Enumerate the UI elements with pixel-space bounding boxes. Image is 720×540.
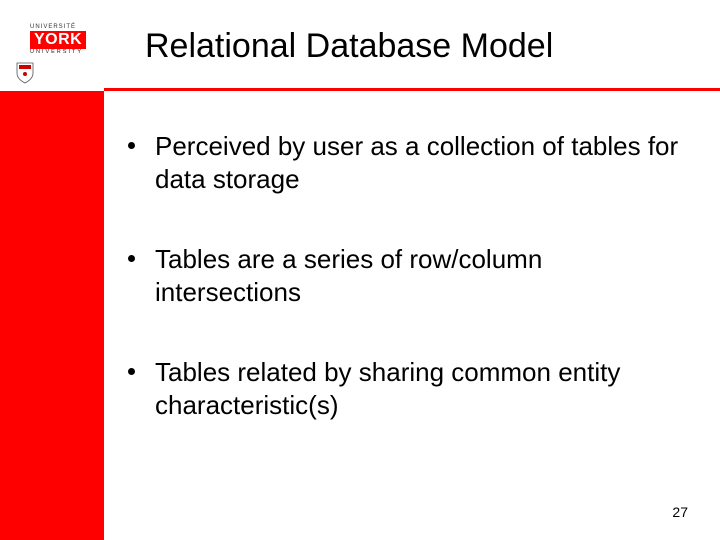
slide: UNIVERSITÉ YORK UNIVERSITY Relational Da… <box>0 0 720 540</box>
logo-bottom-text: UNIVERSITY <box>30 49 86 55</box>
list-item: Perceived by user as a collection of tab… <box>128 130 688 195</box>
list-item: Tables are a series of row/column inters… <box>128 243 688 308</box>
list-item: Tables related by sharing common entity … <box>128 356 688 421</box>
bullet-icon <box>128 368 135 375</box>
bullet-text: Tables are a series of row/column inters… <box>155 243 688 308</box>
university-logo: UNIVERSITÉ YORK UNIVERSITY <box>8 24 86 55</box>
red-sidebar <box>0 91 104 540</box>
logo-name: YORK <box>30 31 86 49</box>
bullet-list: Perceived by user as a collection of tab… <box>128 130 688 469</box>
title-underline <box>104 88 720 91</box>
bullet-icon <box>128 142 135 149</box>
page-number: 27 <box>672 504 688 520</box>
bullet-text: Perceived by user as a collection of tab… <box>155 130 688 195</box>
page-title: Relational Database Model <box>145 27 553 66</box>
crest-icon <box>16 62 34 84</box>
bullet-icon <box>128 255 135 262</box>
logo-top-text: UNIVERSITÉ <box>30 24 86 30</box>
bullet-text: Tables related by sharing common entity … <box>155 356 688 421</box>
